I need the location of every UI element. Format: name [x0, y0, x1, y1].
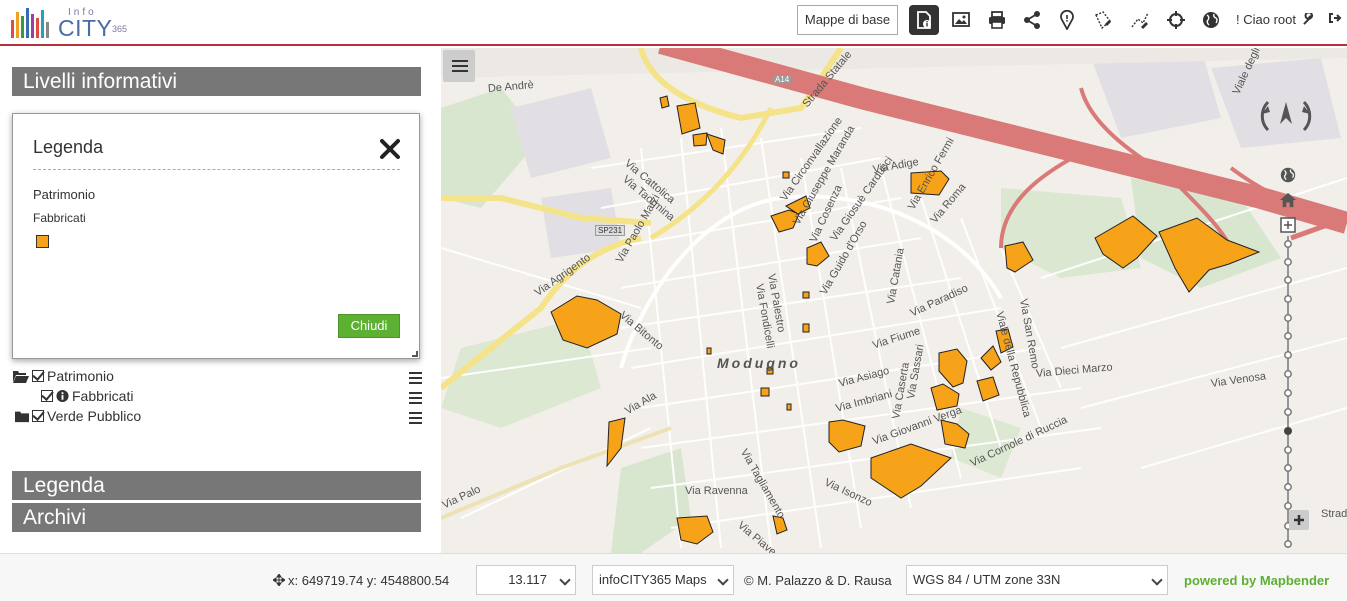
tree-label-verde-pubblico: Verde Pubblico [47, 408, 142, 424]
top-bar: Info CITY 365 Mappe di base ! Ciao root [0, 0, 1347, 46]
checkbox-verde-pubblico[interactable] [32, 410, 44, 422]
compass-icon[interactable] [1258, 94, 1314, 138]
globe-icon[interactable] [1279, 166, 1297, 184]
home-icon[interactable] [1279, 192, 1297, 208]
folder-open-icon [13, 371, 29, 383]
road-shield: SP231 [595, 225, 626, 236]
zoom-in-icon [1294, 515, 1304, 525]
crs-value: WGS 84 / UTM zone 33N [913, 572, 1061, 587]
menu-icon[interactable] [409, 372, 422, 384]
move-arrows-icon [273, 574, 285, 586]
logo-bars-icon [11, 8, 49, 38]
folder-icon [15, 411, 29, 423]
user-greeting[interactable]: ! Ciao root [1236, 12, 1296, 27]
logo-text-main: CITY [58, 15, 113, 41]
map-source-value: infoCITY365 Maps [599, 572, 707, 587]
scale-select[interactable]: 13.117 [476, 565, 576, 595]
info-icon[interactable] [56, 389, 69, 403]
legend-layer-label: Fabbricati [33, 211, 86, 225]
app-logo[interactable]: Info CITY 365 [10, 4, 130, 41]
marker-icon [1060, 10, 1074, 30]
globe-icon [1203, 12, 1219, 28]
crosshair-icon [1167, 11, 1185, 29]
map-label: Via Ravenna [685, 485, 748, 497]
legend-group-label: Patrimonio [33, 187, 96, 202]
town-label: Modugno [717, 355, 801, 371]
logo-text-number: 365 [112, 24, 128, 34]
status-bar: x: 649719.74 y: 4548800.54 13.117 infoCI… [0, 553, 1347, 601]
zoom-box-icon[interactable] [1280, 217, 1296, 233]
document-legend-icon [917, 11, 931, 29]
copyright-text: © M. Palazzo & D. Rausa [744, 573, 892, 588]
logout-icon[interactable] [1328, 10, 1342, 26]
zoom-slider[interactable] [1279, 236, 1297, 548]
image-export-button[interactable] [946, 5, 976, 35]
measure-line-icon [1131, 12, 1149, 29]
tree-item-verde-pubblico[interactable]: Verde Pubblico [15, 406, 141, 426]
resize-handle[interactable] [412, 351, 418, 357]
map-label: Strada [1321, 508, 1347, 520]
menu-icon[interactable] [409, 392, 422, 404]
tree-label-fabbricati: Fabbricati [72, 388, 134, 404]
road-shield: A14 [773, 75, 792, 84]
basemaps-button[interactable]: Mappe di base [797, 5, 898, 35]
legend-dialog: Legenda Patrimonio Fabbricati Chiudi [12, 113, 420, 359]
share-button[interactable] [1017, 5, 1047, 35]
map-canvas[interactable]: De Andrè Via Cattolica Via Taormina Via … [441, 48, 1347, 553]
chevron-down-icon [1151, 574, 1163, 586]
menu-icon[interactable] [409, 412, 422, 424]
zoom-in-button[interactable] [1289, 510, 1309, 530]
print-button[interactable] [982, 5, 1012, 35]
globe-button[interactable] [1196, 5, 1226, 35]
checkbox-patrimonio[interactable] [32, 370, 44, 382]
legend-panel-header[interactable]: Legenda [12, 471, 421, 500]
coordinates-readout: x: 649719.74 y: 4548800.54 [288, 573, 450, 588]
crs-select[interactable]: WGS 84 / UTM zone 33N [906, 565, 1168, 595]
measure-area-icon [1095, 11, 1111, 30]
dialog-title: Legenda [33, 137, 104, 157]
chevron-down-icon [559, 574, 571, 586]
close-button[interactable]: Chiudi [338, 314, 400, 338]
tree-item-fabbricati[interactable]: Fabbricati [41, 386, 133, 406]
legend-button[interactable] [909, 5, 939, 35]
wrench-icon[interactable] [1302, 13, 1315, 26]
archives-panel-header[interactable]: Archivi [12, 503, 421, 532]
share-icon [1024, 11, 1040, 29]
scale-value: 13.117 [508, 572, 547, 587]
measure-area-button[interactable] [1088, 5, 1118, 35]
chevron-down-icon [717, 574, 729, 586]
tree-label-patrimonio: Patrimonio [47, 368, 114, 384]
legend-swatch [36, 235, 49, 248]
measure-line-button[interactable] [1125, 5, 1155, 35]
tree-item-patrimonio[interactable]: Patrimonio [13, 366, 114, 386]
checkbox-fabbricati[interactable] [41, 390, 53, 402]
print-icon [989, 11, 1005, 29]
layers-panel-header[interactable]: Livelli informativi [12, 67, 421, 96]
map-source-select[interactable]: infoCITY365 Maps [592, 565, 734, 595]
sidebar-toggle-button[interactable] [443, 50, 475, 82]
powered-by-text[interactable]: powered by Mapbender [1184, 573, 1329, 588]
divider [33, 169, 400, 170]
menu-icon [452, 60, 468, 72]
marker-button[interactable] [1052, 5, 1082, 35]
close-icon[interactable] [379, 138, 401, 160]
locate-button[interactable] [1161, 5, 1191, 35]
image-export-icon [952, 12, 970, 27]
